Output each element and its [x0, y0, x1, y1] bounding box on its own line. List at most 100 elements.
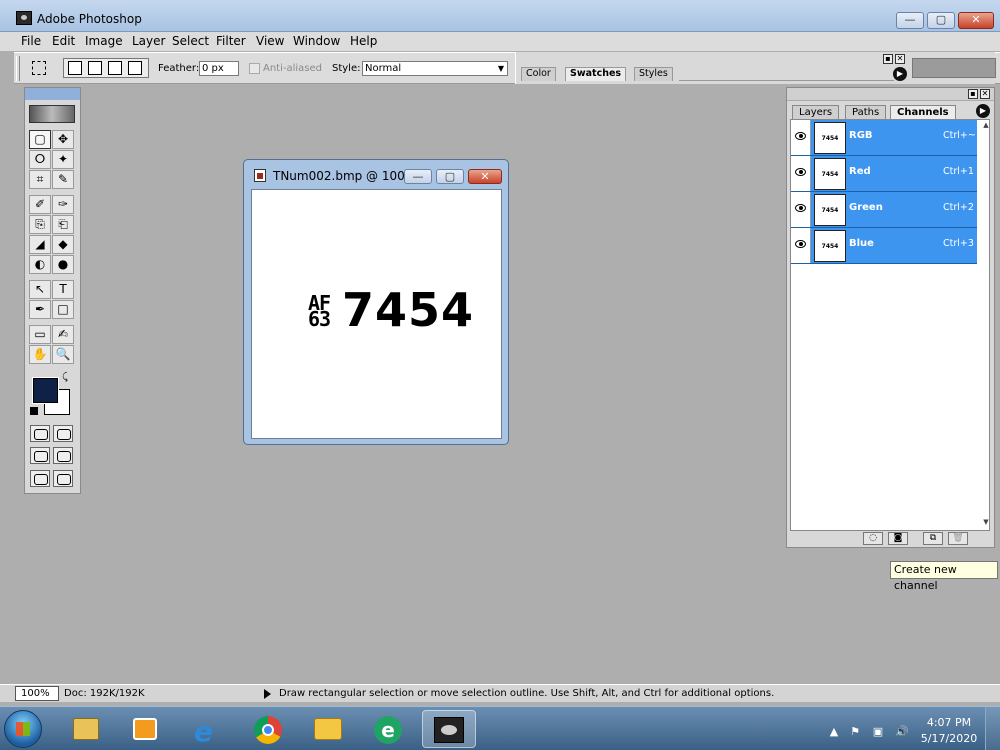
taskbar-outlook[interactable]: [302, 710, 356, 748]
subtract-selection-icon[interactable]: [108, 61, 122, 75]
visibility-cell[interactable]: [791, 120, 811, 155]
tab-channels[interactable]: Channels: [890, 105, 956, 119]
lasso-tool-icon[interactable]: ⵔ: [29, 150, 51, 169]
well-flyout-icon[interactable]: ▶: [893, 67, 907, 81]
crop-tool-icon[interactable]: ⌗: [29, 170, 51, 189]
menu-edit[interactable]: Edit: [52, 34, 75, 48]
history-brush-icon[interactable]: ⎗: [52, 215, 74, 234]
menu-filter[interactable]: Filter: [216, 34, 246, 48]
start-button[interactable]: [4, 710, 42, 748]
healing-brush-icon[interactable]: ✐: [29, 195, 51, 214]
tray-up-arrow-icon[interactable]: ▲: [828, 726, 840, 738]
menu-file[interactable]: File: [21, 34, 41, 48]
image-canvas[interactable]: AF 63 7454: [251, 189, 502, 439]
visibility-cell[interactable]: [791, 156, 811, 191]
swap-colors-icon[interactable]: ⤹: [62, 372, 68, 383]
marquee-tool-icon[interactable]: ▢: [29, 130, 51, 149]
move-tool-icon[interactable]: ✥: [52, 130, 74, 149]
scroll-down-icon[interactable]: ▼: [980, 518, 992, 528]
eraser-tool-icon[interactable]: ◢: [29, 235, 51, 254]
channel-row-red[interactable]: 7454 Red Ctrl+1: [791, 156, 977, 192]
taskbar-edge[interactable]: e: [361, 710, 415, 748]
delete-channel-icon[interactable]: 🗑: [948, 532, 968, 545]
clock-date[interactable]: 5/17/2020: [914, 732, 984, 745]
status-menu-arrow-icon[interactable]: [263, 688, 272, 699]
jump-to-imageready-alt-button[interactable]: [53, 470, 73, 487]
hand-tool-icon[interactable]: ✋: [29, 345, 51, 364]
options-grip[interactable]: [16, 56, 20, 81]
taskbar-media-player[interactable]: [118, 710, 172, 748]
minimize-button[interactable]: —: [896, 12, 924, 29]
save-selection-icon[interactable]: ◙: [888, 532, 908, 545]
eye-icon[interactable]: [795, 240, 806, 248]
zoom-field[interactable]: 100%: [15, 686, 59, 701]
palette-close-icon[interactable]: ✕: [980, 89, 990, 99]
taskbar-chrome[interactable]: [240, 710, 294, 748]
maximize-button[interactable]: ▢: [927, 12, 955, 29]
well-close-icon[interactable]: ✕: [895, 54, 905, 64]
menu-image[interactable]: Image: [85, 34, 123, 48]
tab-layers[interactable]: Layers: [792, 105, 840, 119]
type-tool-icon[interactable]: T: [52, 280, 74, 299]
visibility-cell[interactable]: [791, 228, 811, 263]
intersect-selection-icon[interactable]: [128, 61, 142, 75]
taskbar-internet-explorer[interactable]: e: [181, 710, 235, 748]
clone-stamp-icon[interactable]: ⎘: [29, 215, 51, 234]
palette-title-bar[interactable]: ▪ ✕: [787, 88, 994, 101]
style-select[interactable]: Normal ▼: [362, 61, 508, 76]
menu-select[interactable]: Select: [172, 34, 209, 48]
pen-tool-icon[interactable]: ✒: [29, 300, 51, 319]
tab-paths[interactable]: Paths: [845, 105, 887, 119]
load-selection-icon[interactable]: ◌: [863, 532, 883, 545]
palette-menu-icon[interactable]: ▶: [976, 104, 990, 118]
tab-styles[interactable]: Styles: [634, 67, 673, 81]
eye-icon[interactable]: [795, 204, 806, 212]
clock-time[interactable]: 4:07 PM: [914, 716, 984, 729]
toolbox-header[interactable]: [25, 88, 80, 100]
path-selection-icon[interactable]: ↖: [29, 280, 51, 299]
foreground-color-swatch[interactable]: [32, 377, 59, 404]
menu-window[interactable]: Window: [293, 34, 340, 48]
eye-icon[interactable]: [795, 132, 806, 140]
visibility-cell[interactable]: [791, 192, 811, 227]
volume-icon[interactable]: 🔊: [895, 726, 909, 738]
dodge-tool-icon[interactable]: ●: [52, 255, 74, 274]
adobe-eye-logo[interactable]: [29, 105, 75, 123]
scroll-up-icon[interactable]: ▲: [980, 121, 992, 131]
zoom-tool-icon[interactable]: 🔍: [52, 345, 74, 364]
notes-tool-icon[interactable]: ▭: [29, 325, 51, 344]
eye-icon[interactable]: [795, 168, 806, 176]
jump-to-imageready-button[interactable]: [30, 470, 50, 487]
tab-color[interactable]: Color: [521, 67, 556, 81]
paint-bucket-icon[interactable]: ◆: [52, 235, 74, 254]
rectangle-tool-icon[interactable]: □: [52, 300, 74, 319]
magic-wand-icon[interactable]: ✦: [52, 150, 74, 169]
taskbar-photoshop[interactable]: [422, 710, 476, 748]
close-button[interactable]: ✕: [958, 12, 994, 29]
default-colors-icon[interactable]: [30, 407, 38, 415]
blur-tool-icon[interactable]: ◐: [29, 255, 51, 274]
action-center-flag-icon[interactable]: ⚑: [849, 726, 861, 738]
channel-row-rgb[interactable]: 7454 RGB Ctrl+~: [791, 120, 977, 156]
doc-maximize-button[interactable]: ▢: [436, 169, 464, 184]
taskbar-file-explorer[interactable]: [59, 710, 113, 748]
screen-mode-full-button[interactable]: [53, 447, 73, 464]
well-menu-icon[interactable]: ▪: [883, 54, 893, 64]
document-title[interactable]: TNum002.bmp @ 100...: [273, 169, 416, 183]
tab-swatches[interactable]: Swatches: [565, 67, 627, 81]
channel-row-blue[interactable]: 7454 Blue Ctrl+3: [791, 228, 977, 264]
eyedropper-tool-icon[interactable]: ✍: [52, 325, 74, 344]
menu-view[interactable]: View: [256, 34, 284, 48]
menu-layer[interactable]: Layer: [132, 34, 165, 48]
channel-row-green[interactable]: 7454 Green Ctrl+2: [791, 192, 977, 228]
menu-help[interactable]: Help: [350, 34, 377, 48]
palette-minimize-icon[interactable]: ▪: [968, 89, 978, 99]
standard-mode-button[interactable]: [30, 425, 50, 442]
slice-tool-icon[interactable]: ✎: [52, 170, 74, 189]
create-new-channel-icon[interactable]: ⧉: [923, 532, 943, 545]
rect-marquee-tool-icon[interactable]: [32, 61, 46, 75]
doc-minimize-button[interactable]: —: [404, 169, 432, 184]
quick-mask-button[interactable]: [53, 425, 73, 442]
feather-input[interactable]: 0 px: [199, 61, 239, 76]
doc-close-button[interactable]: ✕: [468, 169, 502, 184]
